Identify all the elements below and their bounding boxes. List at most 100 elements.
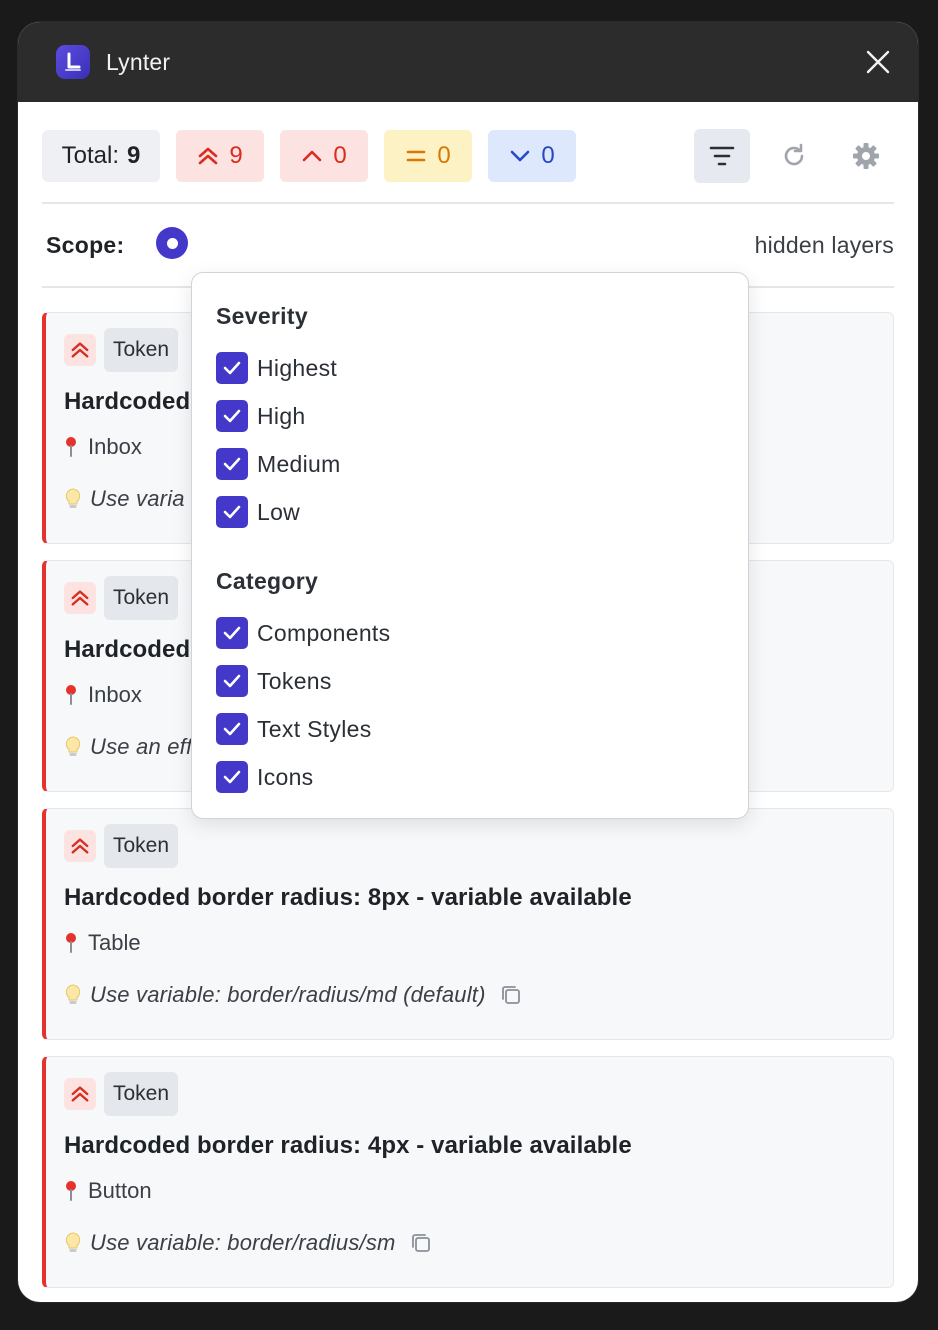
filter-option-components[interactable]: Components [216,609,748,657]
filter-button[interactable] [694,129,750,183]
low-count: 0 [541,142,555,169]
summary-toolbar: Total: 9 9 0 0 0 [42,129,894,183]
checkbox-checked[interactable] [216,400,248,432]
filter-icon [709,146,735,166]
location-name: Inbox [88,682,142,707]
checkbox-checked[interactable] [216,352,248,384]
high-severity-filter[interactable]: 0 [280,130,368,182]
filter-option-high[interactable]: High [216,392,748,440]
check-icon [223,505,241,519]
category-badge: Token [104,328,179,372]
lightbulb-icon [65,736,81,756]
copy-icon[interactable] [410,1232,432,1254]
total-label: Total: [61,142,119,169]
copy-icon[interactable] [500,984,522,1006]
location-name: Inbox [88,434,142,459]
option-label: Icons [257,763,314,790]
double-chevron-up-icon [199,147,218,165]
low-severity-filter[interactable]: 0 [488,130,576,182]
highest-severity-badge [64,582,96,614]
double-chevron-up-icon [71,342,89,358]
lightbulb-icon [65,1232,81,1252]
option-label: Medium [257,450,341,477]
check-icon [223,361,241,375]
check-icon [223,674,241,688]
filter-option-tokens[interactable]: Tokens [216,657,748,705]
severity-heading: Severity [216,303,308,329]
issue-location[interactable]: Button [64,1178,893,1204]
filter-dropdown: Severity Highest High Medium Low Categor… [191,272,749,819]
option-label: Low [257,498,301,525]
option-label: High [257,402,306,429]
check-icon [223,626,241,640]
gear-icon [853,143,879,169]
checkbox-checked[interactable] [216,448,248,480]
highest-severity-badge [64,334,96,366]
issue-card[interactable]: Token Hardcoded border radius: 4px - var… [42,1056,894,1288]
double-chevron-up-icon [71,590,89,606]
issue-hint: Use variable: border/radius/md (default) [64,982,893,1008]
pin-icon [66,933,76,953]
checkbox-checked[interactable] [216,713,248,745]
issue-title: Hardcoded border radius: 8px - variable … [64,884,632,911]
category-badge: Token [104,576,179,620]
check-icon [223,770,241,784]
lightbulb-icon [65,488,81,508]
chevron-down-icon [511,150,530,162]
hint-text: Use variable: border/radius/md (default) [90,982,486,1007]
equals-icon [407,150,426,162]
main-content: Total: 9 9 0 0 0 Scope: hidden layers To… [18,102,918,1302]
settings-button[interactable] [838,129,894,183]
filter-option-icons[interactable]: Icons [216,753,748,801]
refresh-button[interactable] [766,129,822,183]
plugin-window: Lynter Total: 9 9 0 0 0 Scope: hidden la… [18,22,918,1302]
issue-card[interactable]: Token Hardcoded border radius: 8px - var… [42,808,894,1040]
highest-severity-filter[interactable]: 9 [176,130,264,182]
hidden-layers-option[interactable]: hidden layers [755,232,894,259]
check-icon [223,722,241,736]
pin-icon [66,1181,76,1201]
issue-location[interactable]: Table [64,930,893,956]
highest-count: 9 [229,142,243,169]
severity-options: Highest High Medium Low [216,344,748,536]
app-title: Lynter [106,48,171,75]
scope-radio-selected[interactable] [156,227,188,259]
category-heading: Category [216,568,319,594]
lynter-logo-icon [56,45,90,79]
check-icon [223,457,241,471]
double-chevron-up-icon [71,1086,89,1102]
total-count-pill: Total: 9 [42,130,160,182]
check-icon [223,409,241,423]
close-button[interactable] [864,48,892,76]
filter-option-highest[interactable]: Highest [216,344,748,392]
title-bar: Lynter [18,22,918,102]
filter-option-low[interactable]: Low [216,488,748,536]
checkbox-checked[interactable] [216,761,248,793]
category-options: Components Tokens Text Styles Icons [216,609,748,801]
location-name: Table [88,930,141,955]
checkbox-checked[interactable] [216,496,248,528]
issue-hint: Use variable: border/radius/sm [64,1230,893,1256]
filter-option-text-styles[interactable]: Text Styles [216,705,748,753]
pin-icon [66,437,76,457]
filter-option-medium[interactable]: Medium [216,440,748,488]
checkbox-checked[interactable] [216,665,248,697]
scope-label: Scope: [46,231,125,258]
category-badge: Token [104,824,179,868]
highest-severity-badge [64,830,96,862]
option-label: Components [257,619,391,646]
location-name: Button [88,1178,152,1203]
hint-text: Use varia [90,486,185,511]
double-chevron-up-icon [71,838,89,854]
medium-count: 0 [437,142,451,169]
total-count: 9 [127,142,141,169]
category-badge: Token [104,1072,179,1116]
pin-icon [66,685,76,705]
medium-severity-filter[interactable]: 0 [384,130,472,182]
close-icon [866,50,890,74]
high-count: 0 [333,142,347,169]
option-label: Text Styles [257,715,372,742]
option-label: Highest [257,354,338,381]
checkbox-checked[interactable] [216,617,248,649]
lightbulb-icon [65,984,81,1004]
